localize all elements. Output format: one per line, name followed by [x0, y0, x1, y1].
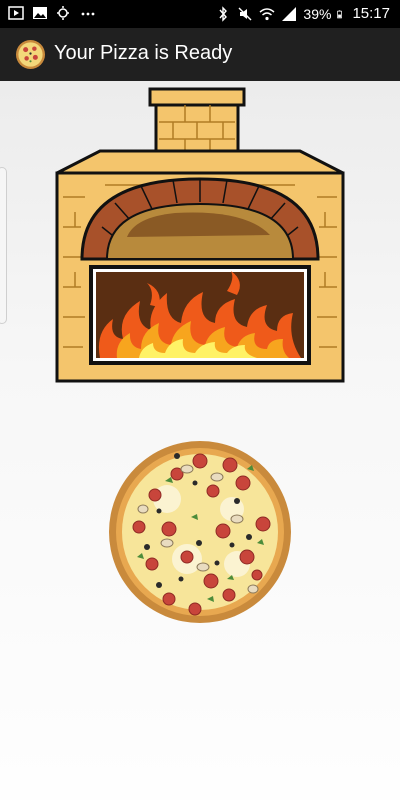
- clock: 15:17: [352, 5, 390, 22]
- battery-percent: 39%: [303, 5, 332, 22]
- app-bar: Your Pizza is Ready: [0, 28, 400, 81]
- status-bar: 39% 15:17: [0, 0, 400, 28]
- pizza-illustration: [109, 441, 291, 623]
- edge-panel-handle[interactable]: [0, 167, 7, 324]
- app-title: Your Pizza is Ready: [54, 42, 233, 64]
- status-right-icons: 39% 15:17: [215, 5, 390, 22]
- status-left-icons: [8, 5, 96, 21]
- signal-icon: [282, 6, 297, 21]
- battery-icon: [337, 9, 343, 18]
- more-icon: [81, 12, 95, 16]
- weather-icon: [57, 6, 69, 20]
- pizza-app-icon: [15, 39, 46, 70]
- main-content: [0, 81, 400, 800]
- play-icon: [8, 6, 24, 20]
- image-icon: [33, 7, 47, 19]
- brick-oven-illustration: [55, 87, 345, 383]
- mute-icon: [238, 7, 252, 20]
- wifi-icon: [259, 7, 275, 20]
- bluetooth-icon: [219, 5, 228, 22]
